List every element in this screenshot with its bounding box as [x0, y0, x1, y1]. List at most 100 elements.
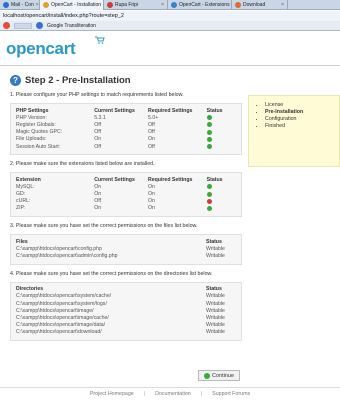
status-cell — [206, 129, 236, 135]
steps-sidebar: LicensePre-InstallationConfigurationFini… — [248, 95, 340, 167]
toolbar-search-box[interactable] — [14, 22, 32, 29]
check-icon — [206, 122, 212, 128]
table-row: Magic Quotes GPC: Off Off — [16, 129, 236, 136]
page-header: opencart — [0, 32, 340, 66]
column-header: Extension — [16, 176, 41, 183]
step-title-text: Step 2 - Pre-Installation — [25, 75, 131, 86]
toolbar-transliteration-label[interactable]: Google Transliteration — [47, 23, 96, 29]
footer-link[interactable]: Support Forums — [212, 391, 250, 397]
extensions-intro: 2. Please make sure the extensions liste… — [10, 161, 155, 168]
table-row: ZIP: On On — [16, 205, 236, 212]
path-cell: C:\xampp\htdocs\opencart\image/data/ — [16, 322, 106, 329]
column-header: Status — [206, 176, 223, 183]
address-text[interactable]: localhost/opencart/install/index.php?rou… — [3, 13, 124, 19]
table-row: C:\xampp\htdocs\opencart\image/data/Writ… — [16, 322, 236, 329]
writable-status: Writable — [206, 314, 225, 321]
directories-table: Directories Status C:\xampp\htdocs\opencar… — [10, 281, 242, 341]
column-header: PHP Settings — [16, 107, 49, 114]
writable-status: Writable — [206, 329, 225, 336]
table-header-row: Extension Current Settings Required Settin… — [16, 176, 236, 183]
footer-link[interactable]: Documentation — [155, 391, 191, 397]
table-row: C:\xampp\htdocs\opencart\image/cache/Wri… — [16, 314, 236, 321]
tab-close-icon[interactable]: × — [36, 2, 39, 8]
column-header: Required Settings — [148, 107, 193, 114]
table-header-row: Directories Status — [16, 286, 236, 293]
required-setting: Off — [148, 121, 155, 128]
column-header: Status — [206, 107, 223, 114]
table-row: Session Auto Start: Off Off — [16, 143, 236, 150]
writable-status: Writable — [206, 307, 225, 314]
column-header: Directories — [16, 286, 44, 293]
required-setting: On — [148, 191, 155, 198]
table-row: GD: On On — [16, 191, 236, 198]
browser-tab[interactable]: OpenCart - Extensions× — [168, 0, 232, 10]
main-content: 1. Please configure your PHP settings to… — [10, 92, 242, 347]
browser-tab[interactable]: Rupa Fripi × — [104, 0, 168, 10]
files-table: Files Status C:\xampp\htdocs\opencart\conf… — [10, 234, 242, 265]
table-header-row: Files Status — [16, 238, 236, 245]
continue-label: Continue — [212, 372, 235, 379]
required-setting: On — [148, 183, 155, 190]
setting-name: File Uploads: — [16, 136, 47, 143]
setting-name: Magic Quotes GPC: — [16, 129, 63, 136]
tab-label: Rupa Fripi — [115, 2, 139, 8]
setting-name: cURL: — [16, 198, 31, 205]
table-row: MySQL: On On — [16, 183, 236, 190]
current-setting: Off — [94, 129, 102, 136]
writable-status: Writable — [206, 253, 225, 260]
browser-tab[interactable]: Download × — [232, 0, 288, 10]
footer-link[interactable]: Project Homepage — [90, 391, 134, 397]
path-cell: C:\xampp\htdocs\opencart\download/ — [16, 329, 102, 336]
tab-close-icon[interactable]: × — [281, 2, 284, 8]
status-cell — [206, 191, 236, 197]
error-icon — [206, 198, 212, 204]
table-row: C:\xampp\htdocs\opencart\image/Writable — [16, 307, 236, 314]
current-setting: On — [94, 136, 102, 143]
browser-tab-bar: Mail - Con×OpenCart - Installation×Rupa … — [0, 0, 340, 10]
tab-close-icon[interactable]: × — [161, 2, 164, 8]
browser-tab[interactable]: Mail - Con × — [0, 0, 40, 10]
table-row: File Uploads: On On — [16, 136, 236, 143]
check-icon — [206, 115, 212, 121]
path-cell: C:\xampp\htdocs\opencart\image/ — [16, 307, 94, 314]
column-header: Status — [206, 238, 222, 245]
toolbar-logo-icon[interactable] — [3, 22, 10, 29]
google-icon — [36, 22, 43, 29]
check-icon — [206, 129, 212, 135]
table-row: C:\xampp\htdocs\opencart\admin\config.ph… — [16, 252, 236, 259]
current-setting: Off — [94, 143, 102, 150]
tab-favicon-icon — [43, 2, 49, 8]
path-cell: C:\xampp\htdocs\opencart\config.php — [16, 245, 102, 252]
setting-name: PHP Version: — [16, 114, 47, 121]
required-setting: On — [148, 198, 155, 205]
status-cell — [206, 198, 236, 204]
page-footer: Project Homepage | Documentation | Support F… — [0, 387, 340, 400]
cart-icon — [95, 36, 105, 44]
opencart-logo[interactable]: opencart — [6, 39, 76, 59]
column-header: Status — [206, 286, 222, 293]
status-cell — [206, 122, 236, 128]
writable-status: Writable — [206, 293, 225, 300]
current-setting: Off — [94, 121, 102, 128]
tab-favicon-icon — [3, 2, 9, 8]
required-setting: 5.0+ — [148, 114, 159, 121]
tab-label: OpenCart - Extensions — [179, 2, 230, 8]
sidebar-step-item: Pre-Installation — [265, 109, 333, 116]
help-icon: ? — [10, 75, 21, 86]
table-row: Register Globals: Off Off — [16, 121, 236, 128]
setting-name: Register Globals: — [16, 121, 56, 128]
tab-favicon-icon — [171, 2, 177, 8]
path-cell: C:\xampp\htdocs\opencart\admin\config.ph… — [16, 253, 118, 260]
tab-label: OpenCart - Installation — [51, 2, 102, 8]
current-setting: 5.3.1 — [94, 114, 106, 121]
writable-status: Writable — [206, 300, 225, 307]
browser-toolbar: Google Transliteration — [0, 21, 340, 31]
status-cell — [206, 144, 236, 150]
continue-button[interactable]: Continue — [198, 370, 241, 381]
setting-name: ZIP: — [16, 205, 26, 212]
column-header: Current Settings — [94, 176, 135, 183]
browser-tab[interactable]: OpenCart - Installation× — [40, 0, 104, 10]
current-setting: Off — [94, 198, 102, 205]
address-bar[interactable]: localhost/opencart/install/index.php?rou… — [0, 11, 340, 21]
setting-name: GD: — [16, 191, 26, 198]
